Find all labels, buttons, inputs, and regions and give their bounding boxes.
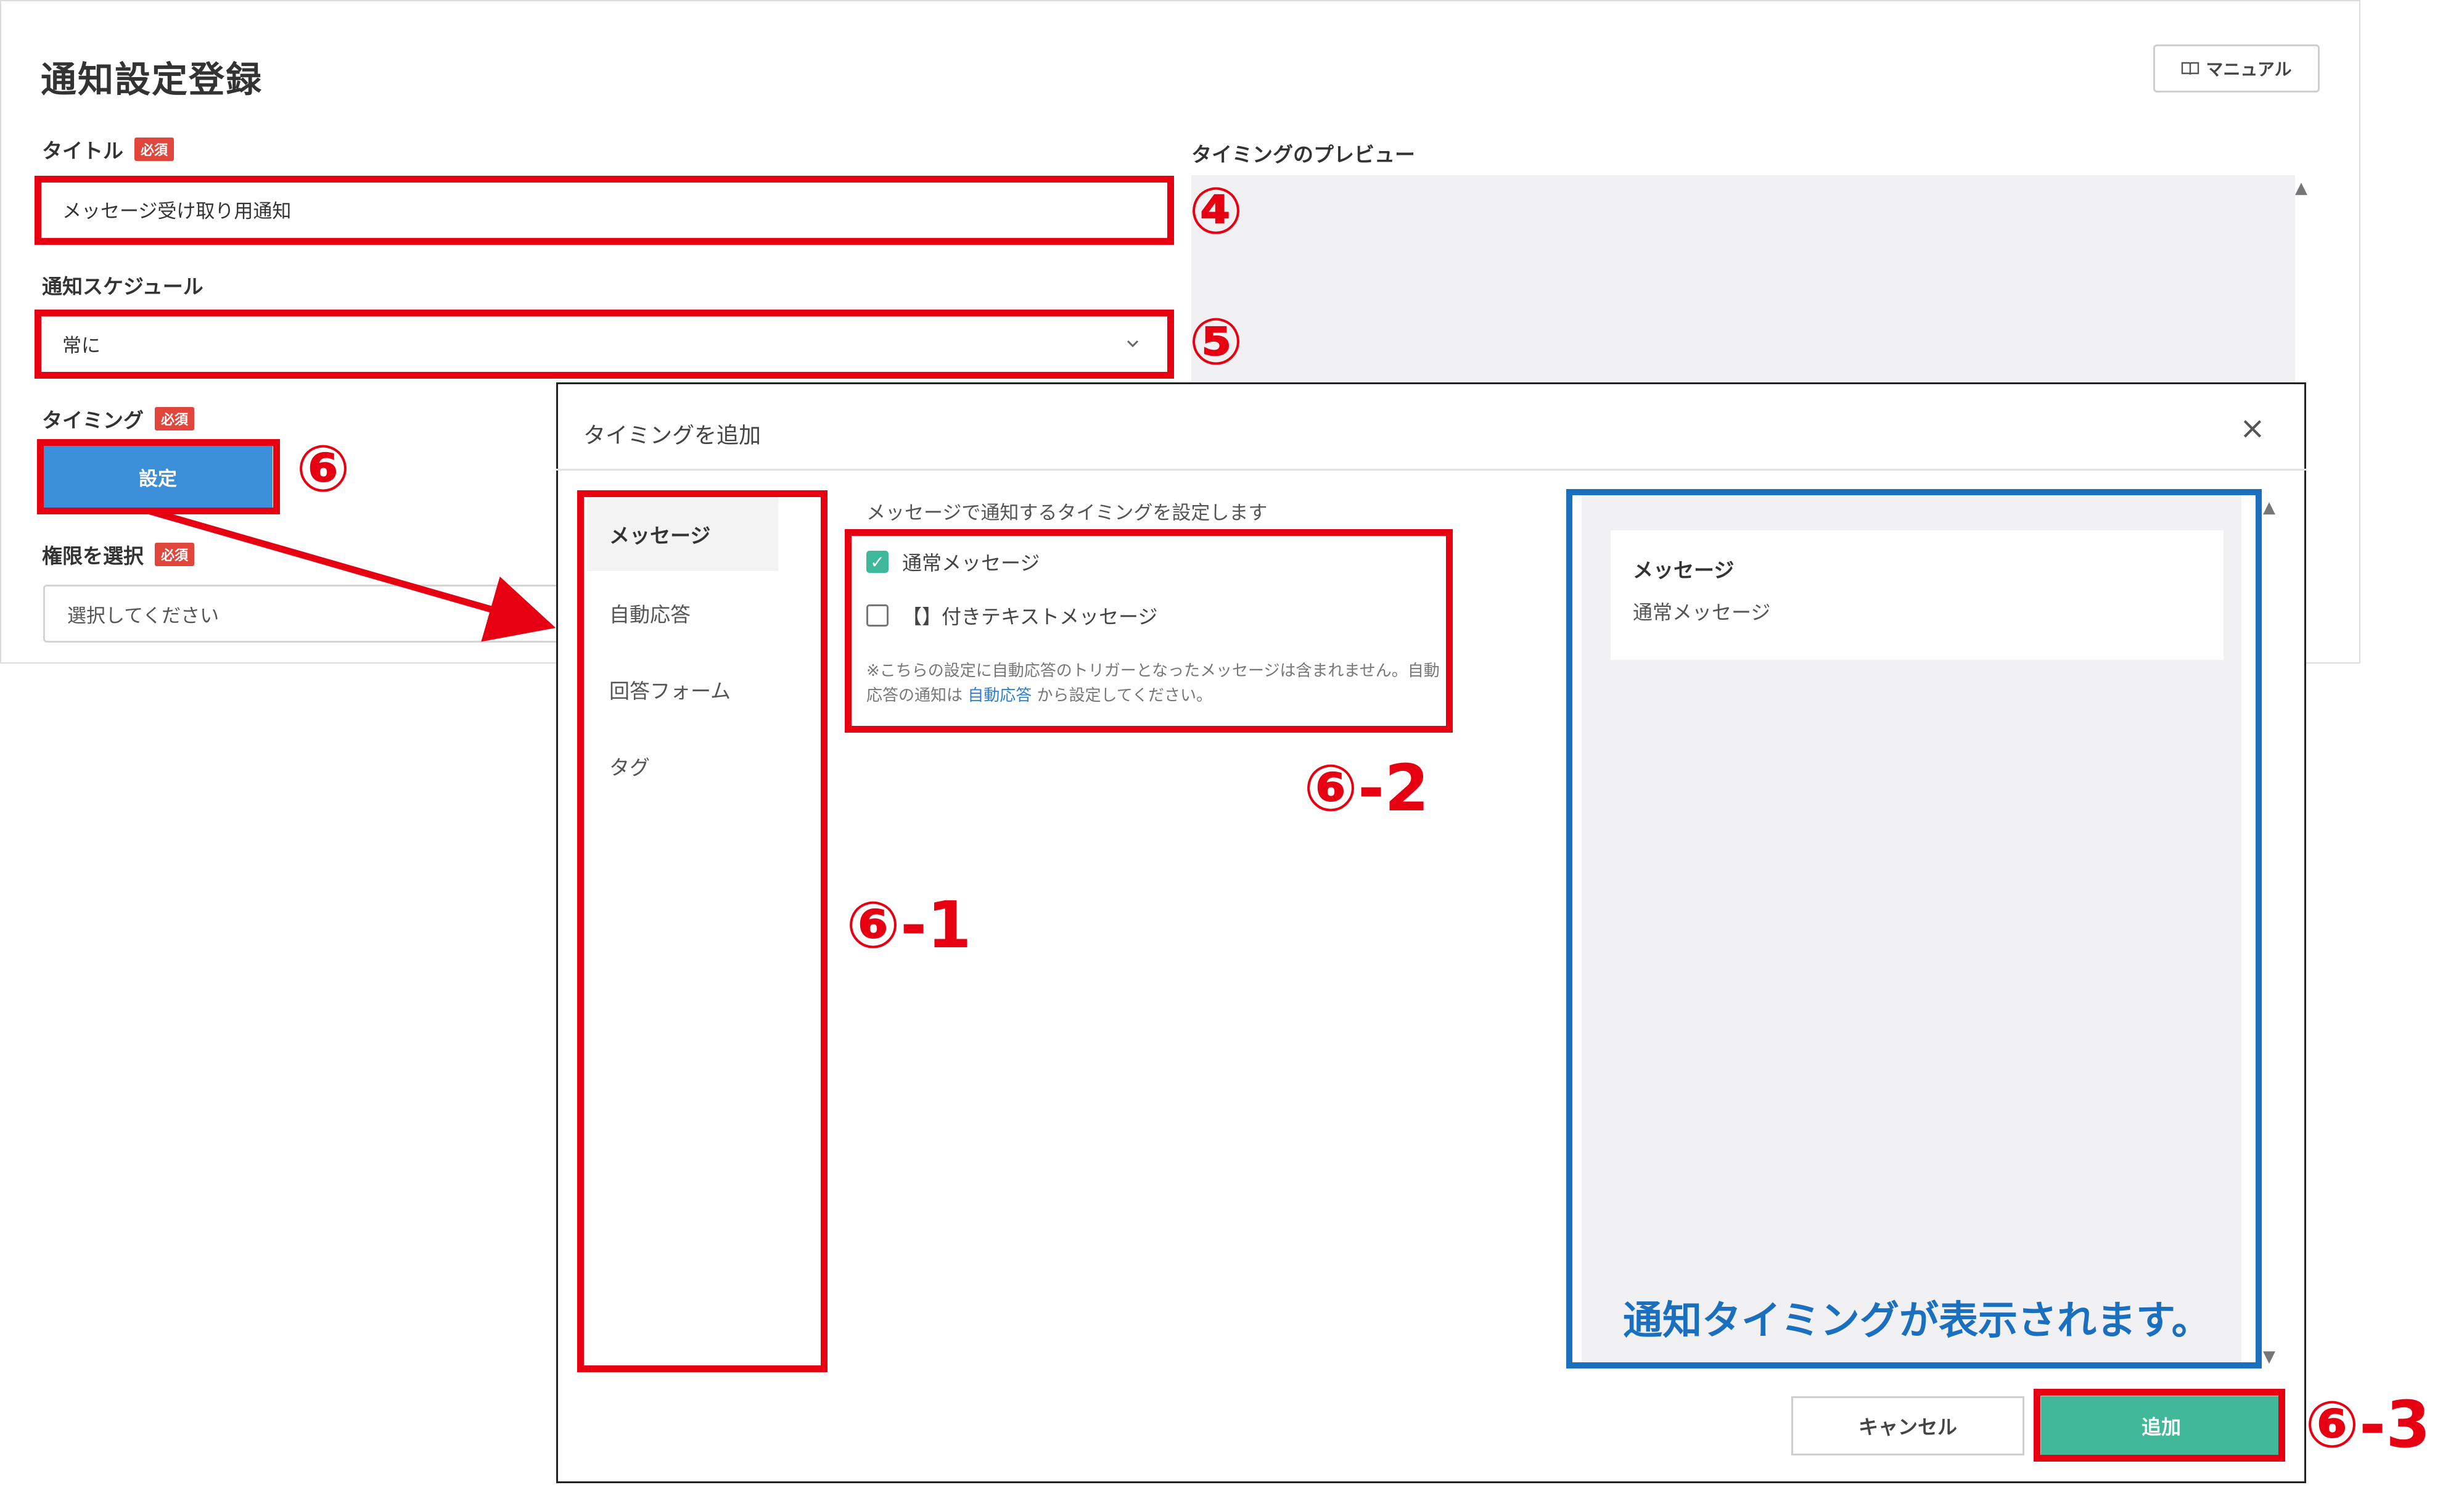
arrow-line [147,507,556,642]
annotation-arrow [147,507,556,642]
